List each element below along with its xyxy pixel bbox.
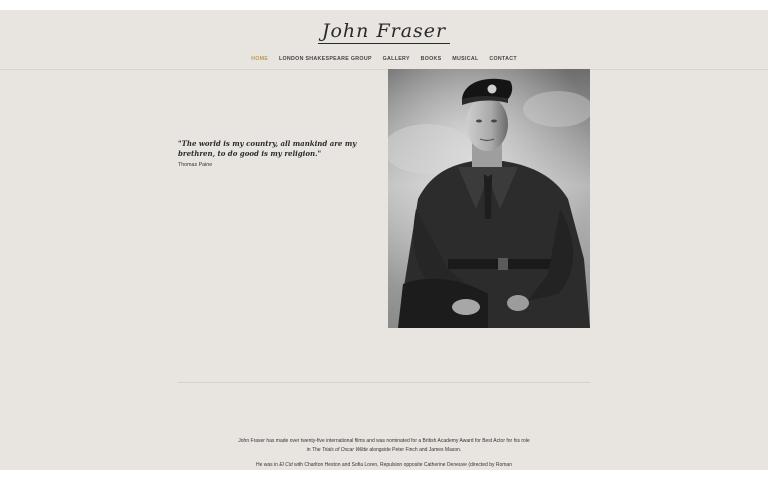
nav-item-contact[interactable]: CONTACT [489,56,517,62]
site-logo[interactable]: John Fraser [0,20,768,44]
quote-text: "The world is my country, all mankind ar… [178,139,357,158]
bio-paragraph-2: He was in El Cid with Charlton Heston an… [238,461,530,470]
portrait-photo [388,69,590,328]
main-nav: HOME LONDON SHAKESPEARE GROUP GALLERY BO… [0,56,768,62]
section-divider [178,382,590,383]
site-title[interactable]: John Fraser [317,20,451,44]
bio-paragraph-1: John Fraser has made over twenty-five in… [238,437,530,454]
film-title: El Cid [279,462,293,468]
bio-text: with Charlton Heston and Sofia Loren, Re… [292,462,512,468]
quote-author: Thomas Paine [178,162,213,168]
nav-item-musical[interactable]: MUSICAL [452,56,478,62]
bio-text: alongside Peter Finch and James Mason. [367,446,462,453]
bio-text: He was in [256,462,280,468]
site-header: John Fraser HOME LONDON SHAKESPEARE GROU… [0,10,768,70]
nav-item-books[interactable]: BOOKS [421,56,442,62]
film-title: The Trials of Oscar Wilde [311,446,368,453]
nav-item-gallery[interactable]: GALLERY [383,56,410,62]
page: John Fraser HOME LONDON SHAKESPEARE GROU… [0,10,768,470]
nav-item-home[interactable]: HOME [251,56,268,62]
nav-item-london-shakespeare-group[interactable]: LONDON SHAKESPEARE GROUP [279,56,372,62]
